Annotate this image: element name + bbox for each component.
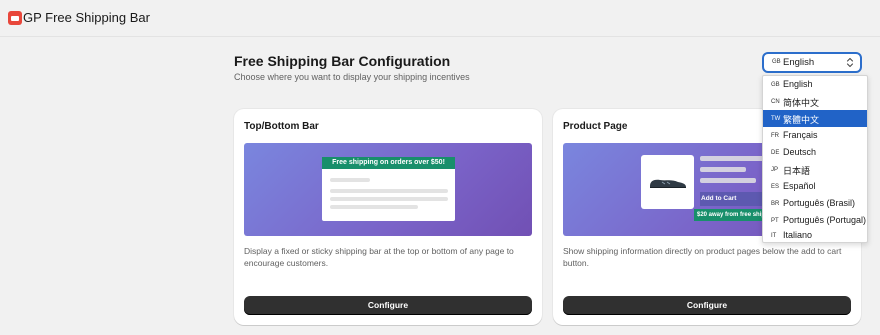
language-option-label: Français bbox=[783, 130, 818, 140]
preview-shipping-bar: Free shipping on orders over $50! bbox=[322, 157, 455, 169]
language-option[interactable]: GB English bbox=[763, 76, 867, 93]
language-option[interactable]: BR Português (Brasil) bbox=[763, 195, 867, 212]
skeleton-line bbox=[330, 197, 448, 201]
language-option-code: CN bbox=[771, 99, 780, 105]
chevron-up-down-icon bbox=[846, 57, 854, 68]
language-option-label: Español bbox=[783, 181, 816, 191]
language-option-label: 简体中文 bbox=[783, 98, 820, 108]
language-option-code: PT bbox=[771, 218, 779, 224]
skeleton-line bbox=[330, 178, 370, 182]
language-option-label: Deutsch bbox=[783, 147, 817, 157]
language-option-code: ES bbox=[771, 184, 780, 190]
language-option[interactable]: DE Deutsch bbox=[763, 144, 867, 161]
configure-product-page-button[interactable]: Configure bbox=[563, 296, 851, 315]
language-option[interactable]: CN 简体中文 bbox=[763, 93, 867, 110]
language-option-code: GB bbox=[771, 82, 780, 88]
card-title: Product Page bbox=[563, 121, 628, 132]
language-option-label: Italiano bbox=[783, 230, 813, 240]
preview-page-panel bbox=[322, 169, 455, 221]
skeleton-line bbox=[330, 205, 418, 209]
shoe-icon bbox=[650, 179, 686, 188]
language-selected-label: English bbox=[783, 57, 815, 68]
language-option-code: JP bbox=[771, 167, 779, 173]
page-subtitle: Choose where you want to display your sh… bbox=[234, 72, 470, 82]
card-description: Show shipping information directly on pr… bbox=[563, 246, 842, 268]
language-option-label: 日本語 bbox=[783, 166, 811, 176]
page-title: Free Shipping Bar Configuration bbox=[234, 53, 451, 69]
language-option-code: BR bbox=[771, 201, 780, 207]
skeleton-line bbox=[700, 178, 756, 183]
language-option[interactable]: JP 日本語 bbox=[763, 161, 867, 178]
app-logo-icon bbox=[8, 11, 22, 25]
app-header: GP Free Shipping Bar bbox=[0, 0, 880, 37]
language-code: GB bbox=[772, 59, 781, 65]
top-bottom-bar-preview: Free shipping on orders over $50! bbox=[244, 143, 532, 236]
language-option-label: Português (Brasil) bbox=[783, 198, 856, 208]
language-option-code: TW bbox=[771, 116, 781, 122]
language-option[interactable]: IT Italiano bbox=[763, 227, 867, 244]
language-option[interactable]: ES Español bbox=[763, 178, 867, 195]
skeleton-line bbox=[330, 189, 448, 193]
language-option-label: 繁體中文 bbox=[783, 115, 820, 125]
language-option-code: FR bbox=[771, 133, 779, 139]
app-title: GP Free Shipping Bar bbox=[23, 10, 150, 25]
language-option-code: IT bbox=[771, 233, 777, 239]
language-option[interactable]: FR Français bbox=[763, 127, 867, 144]
card-title: Top/Bottom Bar bbox=[244, 121, 319, 132]
language-option-label: English bbox=[783, 79, 813, 89]
language-option-code: DE bbox=[771, 150, 780, 156]
language-select[interactable]: GB English bbox=[762, 52, 862, 73]
language-option-label: Português (Portugal) bbox=[783, 215, 867, 225]
language-dropdown: GB English CN 简体中文 TW 繁體中文 FR Français D… bbox=[762, 75, 868, 243]
top-bottom-bar-card: Top/Bottom Bar Free shipping on orders o… bbox=[234, 109, 542, 325]
card-description: Display a fixed or sticky shipping bar a… bbox=[244, 246, 514, 268]
language-option[interactable]: TW 繁體中文 bbox=[763, 110, 867, 127]
preview-add-to-cart: Add to Cart bbox=[700, 192, 762, 206]
configure-top-bottom-bar-button[interactable]: Configure bbox=[244, 296, 532, 315]
product-image bbox=[641, 155, 694, 209]
skeleton-line bbox=[700, 167, 746, 172]
